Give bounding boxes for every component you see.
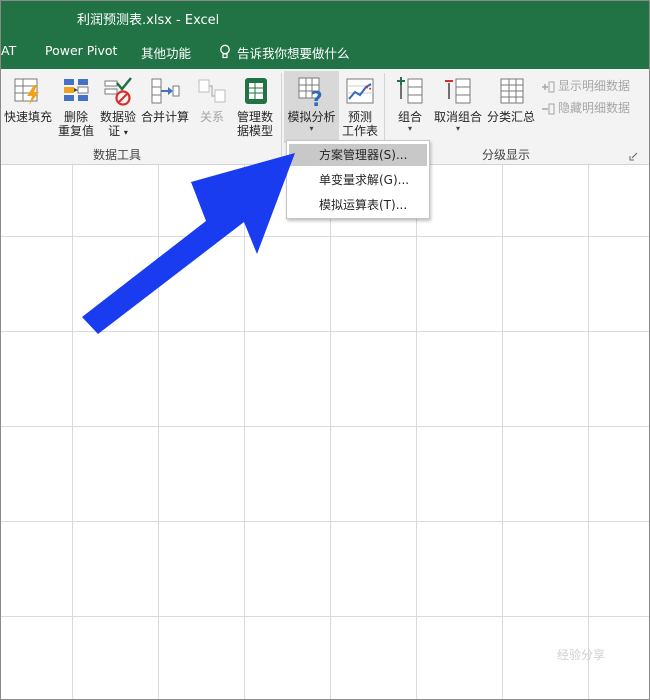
subtotal-icon [500, 78, 524, 104]
worksheet-grid[interactable] [1, 165, 649, 699]
menu-item-data-table[interactable]: 模拟运算表(T)... [289, 194, 427, 216]
group-button[interactable]: 组合 ▾ [391, 71, 429, 149]
group-icon [397, 77, 423, 104]
lightbulb-icon [220, 44, 230, 59]
ungroup-button[interactable]: 取消组合 ▾ [431, 71, 485, 149]
consolidate-button[interactable]: 合并计算 [140, 71, 190, 149]
watermark: 经验分享 [557, 648, 606, 662]
title-bar: 利润预测表.xlsx - Excel AT Power Pivot 其他功能 告… [1, 1, 649, 69]
window-title: 利润预测表.xlsx - Excel [77, 13, 220, 28]
show-detail-icon [542, 81, 555, 92]
dialog-launcher-icon[interactable] [629, 152, 638, 161]
tab-at[interactable]: AT [1, 43, 16, 58]
data-validation-button[interactable]: 数据验 证 ▾ [98, 71, 138, 149]
menu-item-scenario-manager[interactable]: 方案管理器(S)... [289, 144, 427, 166]
forecast-chart-icon [346, 78, 374, 104]
show-detail-button[interactable]: 显示明细数据 [541, 77, 630, 94]
group-label-data-tools: 数据工具 [93, 148, 142, 162]
menu-item-goal-seek[interactable]: 单变量求解(G)... [289, 169, 427, 191]
tab-other-functions[interactable]: 其他功能 [141, 43, 191, 62]
flash-fill-button[interactable]: 快速填充 [3, 71, 53, 149]
chevron-down-icon: ▾ [309, 124, 314, 133]
excel-window: 利润预测表.xlsx - Excel AT Power Pivot 其他功能 告… [0, 0, 650, 700]
tab-power-pivot[interactable]: Power Pivot [45, 43, 117, 58]
forecast-sheet-button[interactable]: 预测 工作表 [340, 71, 380, 149]
remove-duplicates-button[interactable]: 删除 重复值 [55, 71, 97, 149]
consolidate-icon [151, 78, 180, 104]
relationships-button[interactable]: 关系 [194, 71, 230, 149]
group-label-outline: 分级显示 [482, 148, 531, 162]
svg-text:?: ? [311, 87, 323, 107]
group-divider [281, 73, 282, 159]
ungroup-icon [445, 78, 471, 104]
what-if-dropdown-menu: 方案管理器(S)... 单变量求解(G)... 模拟运算表(T)... [286, 140, 430, 219]
what-if-analysis-button[interactable]: ? 模拟分析 ▾ [284, 71, 339, 143]
hide-detail-icon [542, 103, 555, 114]
flash-fill-icon [14, 78, 39, 105]
chevron-down-icon: ▾ [455, 124, 460, 133]
manage-data-model-button[interactable]: 管理数 据模型 [232, 71, 278, 149]
chevron-down-icon: ▾ [407, 124, 412, 133]
what-if-analysis-icon: ? [298, 77, 323, 107]
remove-duplicates-icon [64, 79, 89, 101]
relationships-icon [198, 79, 226, 103]
tell-me-search[interactable]: 告诉我你想要做什么 [237, 43, 350, 62]
data-validation-icon [104, 77, 132, 106]
data-model-icon [245, 78, 267, 104]
hide-detail-button[interactable]: 隐藏明细数据 [541, 99, 630, 116]
subtotal-button[interactable]: 分类汇总 [485, 71, 537, 149]
